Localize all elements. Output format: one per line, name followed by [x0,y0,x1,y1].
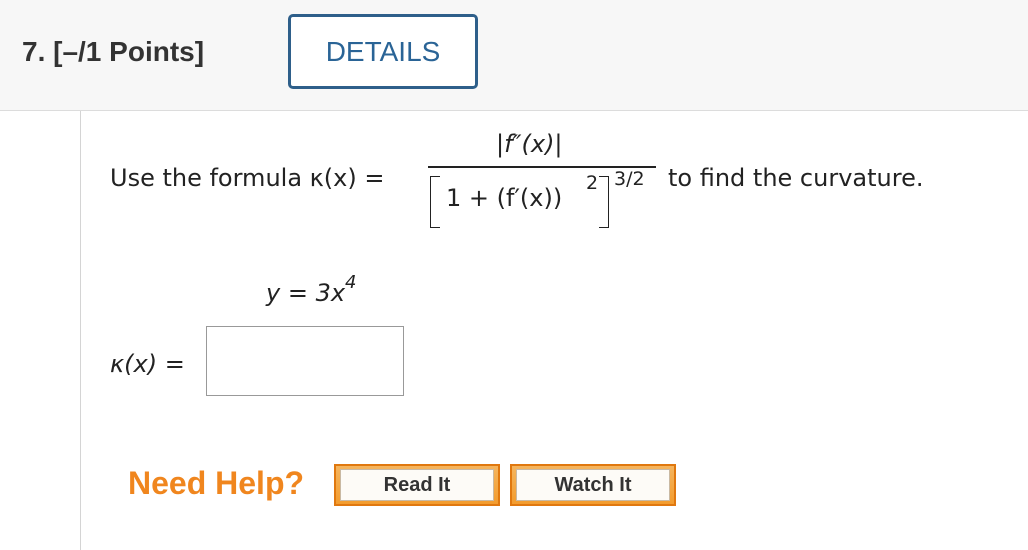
function-equation: y = 3x4 [266,272,357,307]
formula-denominator: 1 + (f′(x)) [446,184,563,212]
need-help-label: Need Help? [128,465,305,501]
denominator-square-exponent: 2 [586,172,599,194]
content-divider [80,111,81,550]
formula-outer-exponent: 3/2 [614,168,645,190]
left-bracket [430,176,440,228]
formula-numerator: |f″(x)| [496,130,563,158]
question-number-label: 7. [–/1 Points] [22,36,205,67]
answer-label: κ(x) = [110,350,185,378]
equation-exponent: 4 [345,272,357,293]
question-header: 7. [–/1 Points] DETAILS [0,0,1028,111]
details-button[interactable]: DETAILS [288,14,478,89]
prompt-text-end: to find the curvature. [668,164,924,192]
read-it-button[interactable]: Read It [334,464,500,506]
curvature-answer-input[interactable] [206,326,404,396]
read-it-label: Read It [340,469,494,501]
watch-it-label: Watch It [516,469,670,501]
watch-it-button[interactable]: Watch It [510,464,676,506]
prompt-text-start: Use the formula κ(x) = [110,164,385,192]
right-bracket [599,176,609,228]
equation-base: y = 3x [266,279,346,307]
